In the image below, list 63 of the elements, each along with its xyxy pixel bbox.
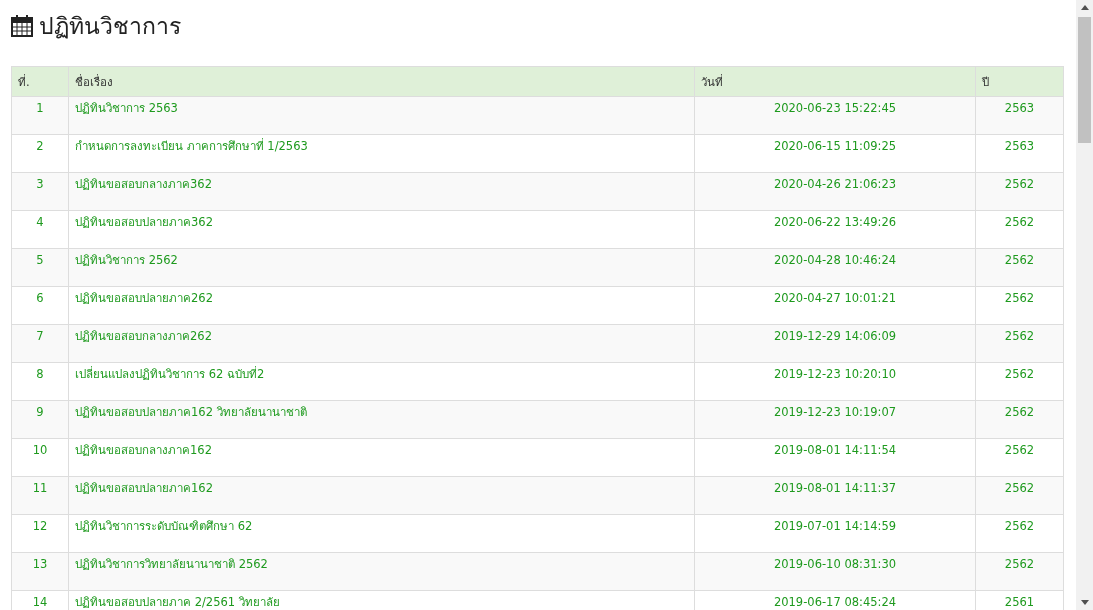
- year-cell: 2562: [975, 248, 1064, 287]
- title-link[interactable]: ปฏิทินขอสอบกลางภาค162: [68, 438, 695, 477]
- scroll-down-icon[interactable]: [1080, 600, 1089, 605]
- number-cell: 4: [11, 210, 69, 249]
- title-link[interactable]: ปฏิทินขอสอบกลางภาค362: [68, 172, 695, 211]
- calendar-icon: [11, 15, 33, 37]
- year-cell: 2562: [975, 476, 1064, 515]
- title-link[interactable]: ปฏิทินวิชาการวิทยาลัยนานาชาติ 2562: [68, 552, 695, 591]
- scrollbar[interactable]: [1076, 0, 1093, 610]
- year-cell: 2562: [975, 210, 1064, 249]
- page-title: ปฏิทินวิชาการ: [39, 12, 181, 41]
- date-cell: 2020-04-27 10:01:21: [694, 286, 976, 325]
- number-cell: 2: [11, 134, 69, 173]
- number-cell: 12: [11, 514, 69, 553]
- number-cell: 8: [11, 362, 69, 401]
- title-link[interactable]: ปฏิทินวิชาการ 2563: [68, 96, 695, 135]
- column-header: วันที่: [694, 66, 976, 97]
- title-link[interactable]: ปฏิทินวิชาการระดับบัณฑิตศึกษา 62: [68, 514, 695, 553]
- title-link[interactable]: เปลี่ยนแปลงปฏิทินวิชาการ 62 ฉบับที่2: [68, 362, 695, 401]
- date-cell: 2020-06-22 13:49:26: [694, 210, 976, 249]
- date-cell: 2019-12-23 10:19:07: [694, 400, 976, 439]
- date-cell: 2019-06-10 08:31:30: [694, 552, 976, 591]
- number-cell: 14: [11, 590, 69, 610]
- date-cell: 2020-04-26 21:06:23: [694, 172, 976, 211]
- number-cell: 5: [11, 248, 69, 287]
- date-cell: 2019-07-01 14:14:59: [694, 514, 976, 553]
- number-cell: 7: [11, 324, 69, 363]
- year-cell: 2562: [975, 438, 1064, 477]
- year-cell: 2562: [975, 400, 1064, 439]
- date-cell: 2020-04-28 10:46:24: [694, 248, 976, 287]
- scroll-thumb[interactable]: [1078, 17, 1091, 143]
- year-cell: 2562: [975, 362, 1064, 401]
- number-cell: 10: [11, 438, 69, 477]
- number-cell: 13: [11, 552, 69, 591]
- date-cell: 2019-12-23 10:20:10: [694, 362, 976, 401]
- title-link[interactable]: ปฏิทินขอสอบปลายภาค162 วิทยาลัยนานาชาติ: [68, 400, 695, 439]
- column-header: ชื่อเรื่อง: [68, 66, 695, 97]
- date-cell: 2019-12-29 14:06:09: [694, 324, 976, 363]
- column-header: ปี: [975, 66, 1064, 97]
- number-cell: 9: [11, 400, 69, 439]
- year-cell: 2562: [975, 286, 1064, 325]
- date-cell: 2020-06-23 15:22:45: [694, 96, 976, 135]
- year-cell: 2562: [975, 172, 1064, 211]
- number-cell: 11: [11, 476, 69, 515]
- title-link[interactable]: ปฏิทินขอสอบปลายภาค162: [68, 476, 695, 515]
- date-cell: 2019-08-01 14:11:37: [694, 476, 976, 515]
- year-cell: 2562: [975, 514, 1064, 553]
- date-cell: 2019-08-01 14:11:54: [694, 438, 976, 477]
- number-cell: 6: [11, 286, 69, 325]
- title-link[interactable]: ปฏิทินขอสอบกลางภาค262: [68, 324, 695, 363]
- column-header: ที่.: [11, 66, 69, 97]
- number-cell: 3: [11, 172, 69, 211]
- title-link[interactable]: ปฏิทินขอสอบปลายภาค262: [68, 286, 695, 325]
- title-link[interactable]: ปฏิทินวิชาการ 2562: [68, 248, 695, 287]
- title-link[interactable]: ปฏิทินขอสอบปลายภาค362: [68, 210, 695, 249]
- title-link[interactable]: กำหนดการลงทะเบียน ภาคการศึกษาที่ 1/2563: [68, 134, 695, 173]
- year-cell: 2562: [975, 324, 1064, 363]
- year-cell: 2562: [975, 552, 1064, 591]
- number-cell: 1: [11, 96, 69, 135]
- scroll-up-icon[interactable]: [1080, 5, 1089, 10]
- date-cell: 2020-06-15 11:09:25: [694, 134, 976, 173]
- year-cell: 2563: [975, 134, 1064, 173]
- year-cell: 2563: [975, 96, 1064, 135]
